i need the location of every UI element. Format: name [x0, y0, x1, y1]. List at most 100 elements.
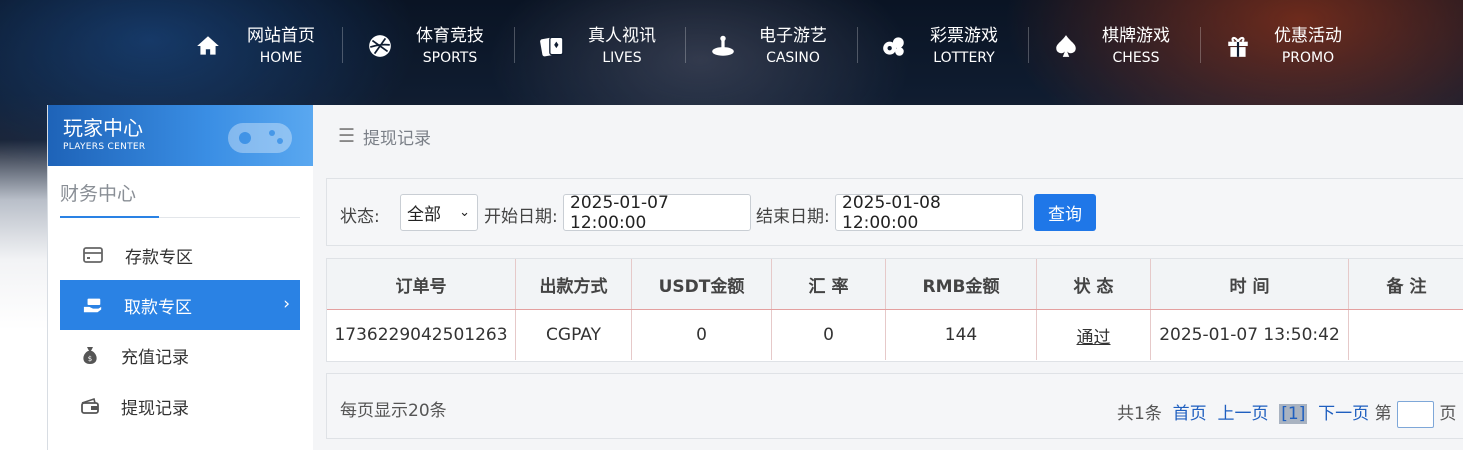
- nav-divider: [857, 27, 858, 63]
- sidebar-subtitle: PLAYERS CENTER: [63, 142, 146, 152]
- lottery-balls-icon: [880, 32, 908, 60]
- filter-bar: 状态: 全部 ⌄ 开始日期: 2025-01-07 12:00:00 结束日期:…: [326, 178, 1463, 246]
- status-label: 状态:: [340, 207, 380, 227]
- withdraw-records-table: 订单号 出款方式 USDT金额 汇 率 RMB金额 状 态 时 间 备 注 17…: [326, 258, 1463, 362]
- nav-home-sublabel: HOME: [259, 49, 303, 66]
- end-date-value: 2025-01-08 12:00:00: [842, 192, 941, 233]
- nav-home[interactable]: 网站首页 HOME: [194, 0, 315, 92]
- card-icon: [83, 245, 103, 265]
- rmb-amount-cell: 144: [886, 310, 1037, 360]
- main-content: ☰ 提现记录 状态: 全部 ⌄ 开始日期: 2025-01-07 12:00:0…: [313, 105, 1463, 450]
- sidebar-item-deposit[interactable]: 存款专区: [60, 230, 300, 280]
- nav-chess[interactable]: 棋牌游戏 CHESS: [1052, 0, 1170, 92]
- nav-casino-label: 电子游艺: [759, 25, 827, 46]
- sidebar-item-withdraw-records[interactable]: 提现记录: [60, 381, 300, 431]
- nav-lives-label: 真人视讯: [588, 25, 656, 46]
- page-title: 提现记录: [363, 128, 432, 149]
- nav-lives-sublabel: LIVES: [602, 49, 642, 66]
- nav-promo[interactable]: 优惠活动 PROMO: [1224, 0, 1342, 92]
- current-page: [1]: [1279, 404, 1308, 424]
- nav-sports[interactable]: 体育竞技 SPORTS: [366, 0, 484, 92]
- gift-icon: [1224, 32, 1252, 60]
- nav-chess-label: 棋牌游戏: [1102, 25, 1170, 46]
- prev-page-link[interactable]: 上一页: [1217, 404, 1268, 424]
- home-icon: [194, 32, 222, 60]
- nav-lottery-sublabel: LOTTERY: [933, 49, 995, 66]
- start-date-input[interactable]: 2025-01-07 12:00:00: [563, 192, 751, 233]
- nav-divider: [514, 27, 515, 63]
- pagination: 每页显示20条 共1条 首页 上一页 [1] 下一页 第 页: [326, 373, 1463, 439]
- nav-sports-sublabel: SPORTS: [422, 49, 478, 66]
- nav-chess-sublabel: CHESS: [1112, 49, 1160, 66]
- sidebar-item-label: 充值记录: [121, 347, 189, 368]
- column-header: 状 态: [1037, 259, 1151, 309]
- nav-lives[interactable]: 真人视讯 LIVES: [538, 0, 656, 92]
- cards-icon: [538, 32, 566, 60]
- query-button[interactable]: 查询: [1034, 194, 1096, 231]
- total-count: 共1条: [1117, 404, 1162, 424]
- usdt-amount-cell: 0: [632, 310, 772, 360]
- nav-divider: [1200, 27, 1201, 63]
- nav-divider: [342, 27, 343, 63]
- chevron-right-icon: ›: [283, 294, 290, 314]
- sidebar-item-label: 取款专区: [124, 297, 192, 318]
- column-header: 汇 率: [772, 259, 886, 309]
- column-header: 订单号: [327, 259, 516, 309]
- nav-promo-label: 优惠活动: [1274, 25, 1342, 46]
- menu-icon: ☰: [338, 125, 356, 147]
- nav-divider: [685, 27, 686, 63]
- roulette-icon: [709, 32, 737, 60]
- column-header: 时 间: [1151, 259, 1349, 309]
- end-date-input[interactable]: 2025-01-08 12:00:00: [835, 192, 1023, 233]
- wallet-icon: [80, 396, 100, 416]
- status-select-value: 全部: [407, 205, 441, 225]
- finance-section: 财务中心: [60, 177, 300, 218]
- svg-text:$: $: [88, 355, 92, 363]
- pagination-controls: 共1条 首页 上一页 [1] 下一页 第 页: [1117, 399, 1456, 428]
- breadcrumb: ☰ 提现记录: [313, 105, 1463, 167]
- sidebar-item-withdraw[interactable]: 取款专区 ›: [60, 280, 300, 330]
- column-header: 出款方式: [516, 259, 632, 309]
- first-page-link[interactable]: 首页: [1173, 404, 1207, 424]
- sidebar-item-label: 存款专区: [125, 247, 193, 268]
- payout-method-cell: CGPAY: [516, 310, 632, 360]
- sidebar-header: 玩家中心 PLAYERS CENTER: [48, 105, 314, 166]
- nav-lottery[interactable]: 彩票游戏 LOTTERY: [880, 0, 998, 92]
- hand-cash-icon: [83, 295, 103, 315]
- start-date-value: 2025-01-07 12:00:00: [570, 192, 669, 233]
- sidebar-title: 玩家中心: [63, 116, 143, 140]
- time-cell: 2025-01-07 13:50:42: [1151, 310, 1349, 360]
- nav-sports-label: 体育竞技: [416, 25, 484, 46]
- per-page-text: 每页显示20条: [340, 401, 447, 421]
- status-select[interactable]: 全部 ⌄: [400, 194, 478, 231]
- chevron-down-icon: ⌄: [459, 205, 470, 220]
- top-nav: 网站首页 HOME 体育竞技 SPORTS 真人视讯 LIVES 电子游艺 CA…: [0, 0, 1463, 92]
- finance-section-label: 财务中心: [60, 183, 137, 205]
- nav-casino[interactable]: 电子游艺 CASINO: [709, 0, 827, 92]
- rate-cell: 0: [772, 310, 886, 360]
- table-header: 订单号 出款方式 USDT金额 汇 率 RMB金额 状 态 时 间 备 注: [327, 259, 1463, 310]
- goto-prefix: 第: [1374, 404, 1392, 424]
- nav-divider: [1028, 27, 1029, 63]
- nav-promo-sublabel: PROMO: [1281, 49, 1335, 66]
- column-header: RMB金额: [886, 259, 1037, 309]
- nav-home-label: 网站首页: [247, 25, 315, 46]
- order-number-cell: 1736229042501263: [327, 310, 516, 360]
- next-page-link[interactable]: 下一页: [1318, 404, 1369, 424]
- goto-suffix: 页: [1439, 404, 1457, 424]
- gamepad-icon: [228, 123, 292, 153]
- ball-icon: [366, 32, 394, 60]
- nav-lottery-label: 彩票游戏: [930, 25, 998, 46]
- remark-cell: [1349, 310, 1463, 360]
- column-header: 备 注: [1386, 276, 1427, 297]
- column-header: USDT金额: [632, 259, 772, 309]
- status-cell: 通过: [1037, 310, 1151, 360]
- nav-casino-sublabel: CASINO: [766, 49, 820, 66]
- sidebar-item-label: 提现记录: [121, 398, 189, 419]
- sidebar-item-recharge-records[interactable]: $ 充值记录: [60, 330, 300, 380]
- money-bag-icon: $: [80, 345, 100, 365]
- section-underline: [60, 216, 159, 218]
- end-date-label: 结束日期:: [756, 207, 830, 227]
- spade-icon: [1052, 32, 1080, 60]
- goto-page-input[interactable]: [1396, 400, 1434, 428]
